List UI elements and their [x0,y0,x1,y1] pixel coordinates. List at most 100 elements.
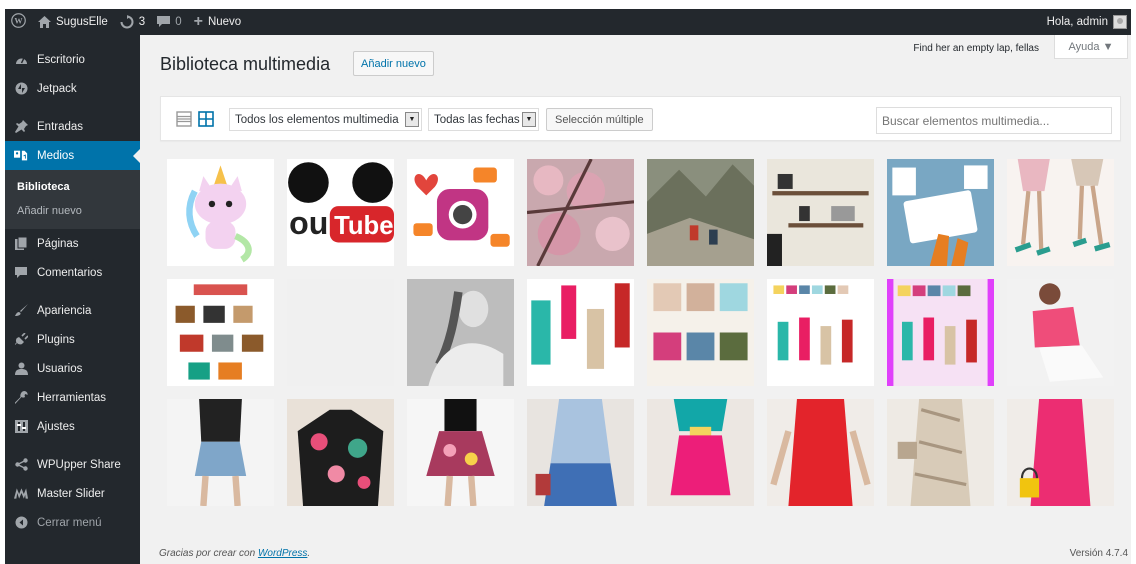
screen-meta: Find her an empty lap, fellas Ayuda ▼ [913,35,1128,59]
avatar [1113,15,1127,29]
media-thumbnail-blank[interactable] [287,279,394,386]
slider-icon [14,487,28,501]
svg-text:ou: ou [289,205,328,241]
media-thumbnail-red-dress-runway[interactable] [767,399,874,506]
plugin-icon [14,333,28,347]
chevron-down-icon: ▼ [405,112,419,127]
media-thumbnail-hands-with-tablet[interactable] [887,159,994,266]
menu-item-paginas[interactable]: Páginas [5,229,140,258]
menu-label: Master Slider [37,487,105,500]
site-name-link[interactable]: SugusElle [32,9,114,35]
media-thumbnail-denim-skirt-outfit[interactable] [167,399,274,506]
menu-label: Usuarios [37,362,83,375]
greeting: Hola, admin [1046,16,1108,28]
collapse-menu-button[interactable]: Cerrar menú [5,508,140,537]
media-thumbnail-fashion-sketch-legs[interactable] [1007,159,1114,266]
media-thumbnail-blue-dress-runway[interactable] [527,399,634,506]
media-thumbnail-color-palette-outfits-pink[interactable] [887,279,994,386]
admin-menu: Escritorio Jetpack Entradas Medios Bibli… [5,35,140,564]
menu-label: Páginas [37,237,79,250]
media-thumbnail-retro-cameras[interactable] [167,279,274,386]
pin-icon [14,120,28,134]
media-thumbnail-fashion-looks-collage[interactable] [527,279,634,386]
bulk-select-button[interactable]: Selección múltiple [546,108,653,131]
hello-dolly-text: Find her an empty lap, fellas [913,43,1039,54]
users-icon [14,362,28,376]
media-thumbnail-cherry-blossoms[interactable] [527,159,634,266]
wordpress-logo-icon: W [11,13,26,31]
main-content: Find her an empty lap, fellas Ayuda ▼ Bi… [140,35,1131,564]
jetpack-icon [14,82,28,96]
menu-label: Entradas [37,120,84,133]
menu-item-apariencia[interactable]: Apariencia [5,296,140,325]
my-account-link[interactable]: Hola, admin [1041,9,1129,35]
wp-admin-window: W SugusElle 3 0 + Nuevo Hola, admin Escr… [5,9,1131,564]
updates-count: 3 [138,16,146,28]
media-icon [14,149,28,163]
add-new-button[interactable]: Añadir nuevo [353,51,434,76]
media-thumbnail-woman-portrait-bw[interactable] [407,279,514,386]
media-type-filter[interactable]: Todos los elementos multimedia ▼ [229,108,422,131]
media-thumbnail-floral-skirt[interactable] [407,399,514,506]
wrench-icon [14,391,28,405]
menu-label: WPUpper Share [37,458,121,471]
wordpress-logo-menu[interactable]: W [5,9,32,35]
date-filter[interactable]: Todas las fechas ▼ [428,108,539,131]
menu-item-entradas[interactable]: Entradas [5,112,140,141]
menu-item-plugins[interactable]: Plugins [5,325,140,354]
menu-label: Ajustes [37,420,75,433]
menu-label: Medios [37,149,75,162]
plus-icon: + [193,13,203,30]
collapse-icon [14,516,28,530]
media-thumbnail-unicorn-cat[interactable] [167,159,274,266]
help-tab-button[interactable]: Ayuda ▼ [1054,35,1128,59]
media-thumbnail-floral-sweater[interactable] [287,399,394,506]
date-filter-value: Todas las fechas [434,113,520,126]
footer-thanks-period: . [307,548,311,559]
comment-icon [14,266,28,280]
comments-link[interactable]: 0 [151,9,187,35]
updates-link[interactable]: 3 [114,9,151,35]
menu-item-medios[interactable]: Medios [5,141,140,170]
comment-icon [157,16,171,28]
menu-item-comentarios[interactable]: Comentarios [5,258,140,287]
comments-count: 0 [175,16,182,28]
list-view-icon[interactable] [174,109,194,129]
menu-item-wpupper-share[interactable]: WPUpper Share [5,450,140,479]
media-search-input[interactable] [876,107,1112,134]
svg-text:Tube: Tube [334,212,393,240]
chevron-down-icon: ▼ [522,112,536,127]
media-thumbnail-color-palette-outfits[interactable] [767,279,874,386]
media-thumbnail-pink-top-model[interactable] [1007,279,1114,386]
page-icon [14,237,28,251]
admin-bar: W SugusElle 3 0 + Nuevo Hola, admin [5,9,1131,35]
menu-item-master-slider[interactable]: Master Slider [5,479,140,508]
menu-label: Escritorio [37,53,85,66]
media-thumbnail-pink-dress-yellow-bag[interactable] [1007,399,1114,506]
media-thumbnail-instagram-icons[interactable] [407,159,514,266]
grid-view-icon[interactable] [196,109,216,129]
menu-item-usuarios[interactable]: Usuarios [5,354,140,383]
wordpress-link[interactable]: WordPress [258,548,307,559]
media-thumbnail-pink-teal-runway[interactable] [647,399,754,506]
submenu-anadir-nuevo[interactable]: Añadir nuevo [5,199,140,223]
new-content-link[interactable]: + Nuevo [188,9,248,35]
media-thumbnail-pantone-palette[interactable] [647,279,754,386]
menu-item-herramientas[interactable]: Herramientas [5,383,140,412]
settings-icon [14,420,28,434]
media-thumbnail-wall-shelves[interactable] [767,159,874,266]
menu-item-ajustes[interactable]: Ajustes [5,412,140,441]
refresh-icon [120,15,134,29]
media-thumbnail-mountain-hikers[interactable] [647,159,754,266]
media-thumbnail-youtube-logo[interactable]: ou Tube [287,159,394,266]
footer-thanks: Gracias por crear con WordPress. [159,548,310,559]
media-toolbar: Todos los elementos multimedia ▼ Todas l… [160,96,1121,141]
menu-label: Plugins [37,333,75,346]
menu-label: Herramientas [37,391,107,404]
menu-item-jetpack[interactable]: Jetpack [5,74,140,103]
footer-thanks-text: Gracias por crear con [159,548,258,559]
menu-label: Comentarios [37,266,103,279]
submenu-biblioteca[interactable]: Biblioteca [5,175,140,199]
menu-item-escritorio[interactable]: Escritorio [5,45,140,74]
media-thumbnail-beige-dress-clutch[interactable] [887,399,994,506]
